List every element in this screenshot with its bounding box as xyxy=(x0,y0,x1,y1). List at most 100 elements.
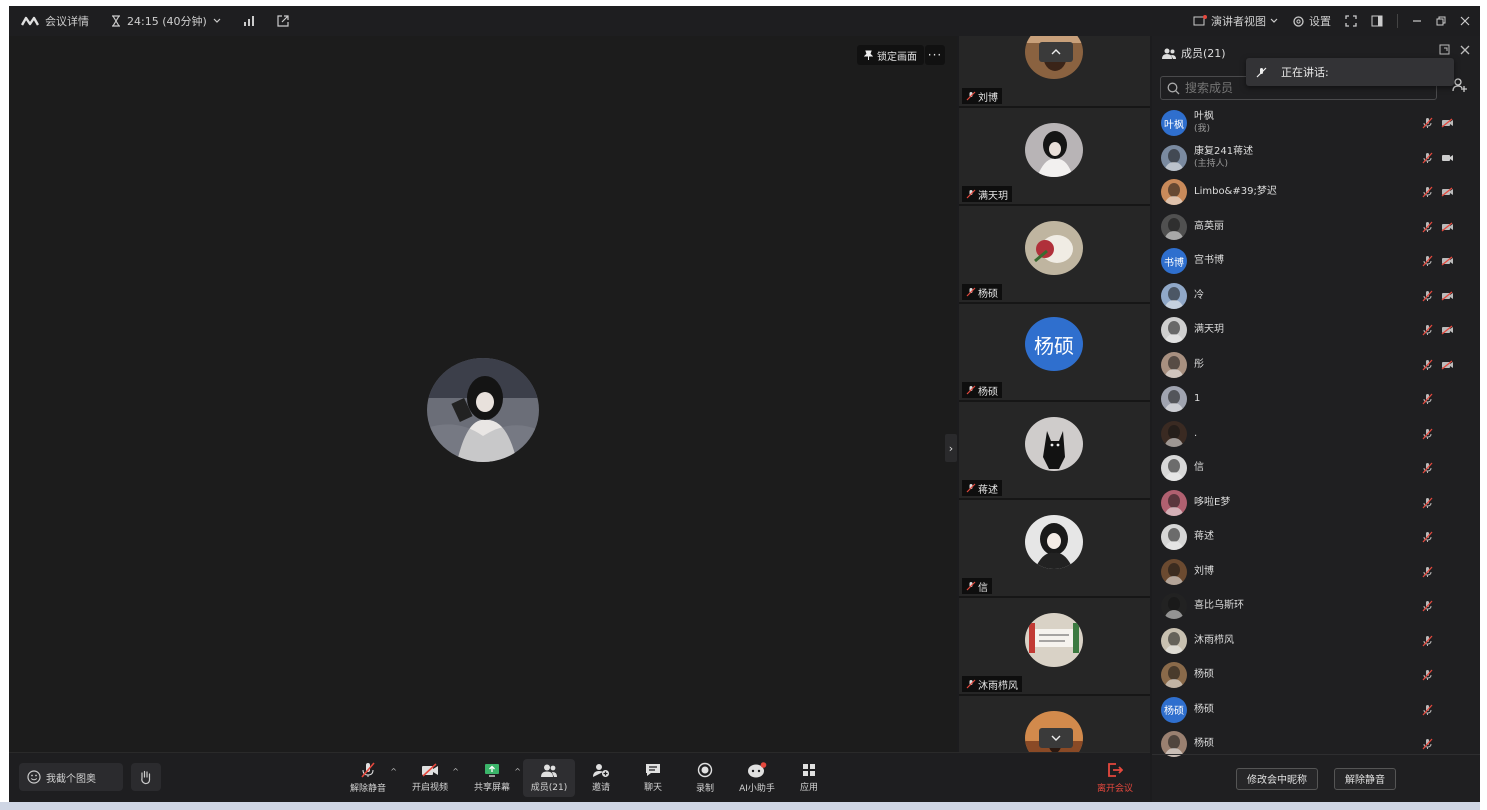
member-name-text: 刘博 xyxy=(1194,565,1214,577)
member-row[interactable]: 满天玥 xyxy=(1152,313,1480,348)
member-name-text: 杨硕 xyxy=(1194,738,1214,750)
minimize-icon[interactable] xyxy=(1412,16,1422,26)
mic-muted-icon[interactable] xyxy=(1422,531,1433,543)
leave-meeting-button[interactable]: 离开会议 xyxy=(1089,753,1141,802)
chevron-down-icon[interactable] xyxy=(1270,18,1278,24)
meeting-details-link[interactable]: 会议详情 xyxy=(45,13,89,29)
presenter-view-icon[interactable] xyxy=(1193,15,1207,27)
add-member-icon[interactable] xyxy=(1452,78,1468,92)
close-panel-icon[interactable] xyxy=(1460,44,1470,55)
member-row[interactable]: 高英丽 xyxy=(1152,210,1480,245)
mic-muted-icon[interactable] xyxy=(1422,497,1433,509)
presenter-view-button[interactable]: 演讲者视图 xyxy=(1211,13,1266,29)
share-screen-button[interactable]: 共享屏幕 ^ xyxy=(461,753,523,802)
emoji-icon[interactable] xyxy=(27,770,41,784)
invite-button[interactable]: 邀请 xyxy=(575,753,627,802)
collapse-strip-button[interactable]: › xyxy=(945,434,957,462)
more-options-button[interactable]: ··· xyxy=(925,45,945,65)
mic-muted-icon[interactable] xyxy=(1422,393,1433,405)
lock-view-button[interactable]: 锁定画面 xyxy=(857,45,924,65)
close-icon[interactable] xyxy=(1460,16,1470,26)
restore-icon[interactable] xyxy=(1436,16,1446,26)
video-off-icon[interactable] xyxy=(1441,118,1454,128)
mic-muted-icon[interactable] xyxy=(1422,324,1433,336)
member-row[interactable]: 1 xyxy=(1152,382,1480,417)
chat-button[interactable]: 聊天 xyxy=(627,753,679,802)
mic-muted-icon[interactable] xyxy=(1422,359,1433,371)
sidebar-toggle-icon[interactable] xyxy=(1371,15,1383,27)
signal-strength-icon[interactable] xyxy=(243,16,255,26)
share-link-icon[interactable] xyxy=(277,15,289,27)
participant-tile[interactable]: 杨硕 杨硕 xyxy=(959,304,1150,400)
ai-assistant-button[interactable]: AI小助手 xyxy=(731,753,783,802)
member-row[interactable]: 冷 xyxy=(1152,279,1480,314)
member-row[interactable]: 蒋述 xyxy=(1152,520,1480,555)
member-row[interactable]: 叶枫 叶枫 (我) xyxy=(1152,106,1480,141)
record-button[interactable]: 录制 xyxy=(679,753,731,802)
chevron-up-icon[interactable]: ^ xyxy=(390,767,397,776)
mic-muted-icon[interactable] xyxy=(1422,738,1433,750)
participant-tile[interactable]: 杨硕 xyxy=(959,206,1150,302)
member-row[interactable]: 书博 宫书博 xyxy=(1152,244,1480,279)
mic-muted-icon[interactable] xyxy=(1422,704,1433,716)
chevron-up-icon[interactable]: ^ xyxy=(514,767,521,776)
mic-muted-icon[interactable] xyxy=(1422,186,1433,198)
unmute-button[interactable]: 解除静音 ^ xyxy=(337,753,399,802)
member-row[interactable]: 喜比乌斯环 xyxy=(1152,589,1480,624)
member-name-text: 沐雨栉风 xyxy=(1194,634,1234,646)
member-row[interactable]: 沐雨栉风 xyxy=(1152,624,1480,659)
mic-muted-icon[interactable] xyxy=(1422,428,1433,440)
video-off-icon[interactable] xyxy=(1441,325,1454,335)
participant-name: 刘博 xyxy=(978,92,998,104)
mic-muted-icon[interactable] xyxy=(1422,221,1433,233)
rename-button[interactable]: 修改会中昵称 xyxy=(1236,767,1318,790)
unmute-all-button[interactable]: 解除静音 xyxy=(1334,767,1396,790)
video-off-icon[interactable] xyxy=(1441,187,1454,197)
video-off-icon[interactable] xyxy=(1441,256,1454,266)
mic-muted-icon[interactable] xyxy=(1422,290,1433,302)
participant-tile[interactable]: 满天玥 xyxy=(959,108,1150,204)
member-name: 喜比乌斯环 xyxy=(1194,600,1244,612)
start-video-button[interactable]: 开启视频 ^ xyxy=(399,753,461,802)
video-off-icon[interactable] xyxy=(1441,360,1454,370)
popout-icon[interactable] xyxy=(1439,44,1450,55)
quick-chat-input[interactable]: 我截个图奥 xyxy=(19,763,123,791)
mic-muted-icon[interactable] xyxy=(1422,600,1433,612)
member-row[interactable]: 哆啦E梦 xyxy=(1152,486,1480,521)
chevron-up-icon[interactable]: ^ xyxy=(452,767,459,776)
strip-scroll-down-button[interactable] xyxy=(1039,728,1073,748)
mic-muted-icon[interactable] xyxy=(1422,255,1433,267)
members-panel-title: 成员(21) xyxy=(1181,47,1226,60)
participant-tile[interactable]: 信 xyxy=(959,500,1150,596)
member-row[interactable]: 杨硕 xyxy=(1152,658,1480,693)
member-row[interactable]: 信 xyxy=(1152,451,1480,486)
members-panel-footer: 修改会中昵称 解除静音 xyxy=(1152,754,1480,802)
video-on-icon[interactable] xyxy=(1441,153,1454,163)
mic-muted-icon[interactable] xyxy=(1422,566,1433,578)
apps-button[interactable]: 应用 xyxy=(783,753,835,802)
member-row[interactable]: 刘博 xyxy=(1152,555,1480,590)
strip-scroll-up-button[interactable] xyxy=(1039,42,1073,62)
members-button[interactable]: 成员(21) xyxy=(523,759,575,797)
mic-muted-icon[interactable] xyxy=(1422,635,1433,647)
fullscreen-icon[interactable] xyxy=(1345,15,1357,27)
participant-tile[interactable]: 蒋述 xyxy=(959,402,1150,498)
member-row[interactable]: 杨硕 杨硕 xyxy=(1152,693,1480,728)
mic-muted-icon[interactable] xyxy=(1422,117,1433,129)
mic-muted-icon[interactable] xyxy=(1422,462,1433,474)
members-label: 成员(21) xyxy=(530,782,568,793)
member-row[interactable]: Limbo&#39;梦迟 xyxy=(1152,175,1480,210)
member-row[interactable]: 康复241蒋述 (主持人) xyxy=(1152,141,1480,176)
video-off-icon[interactable] xyxy=(1441,222,1454,232)
meeting-timer[interactable]: 24:15 (40分钟) xyxy=(127,13,207,29)
video-off-icon[interactable] xyxy=(1441,291,1454,301)
mic-muted-icon[interactable] xyxy=(1422,669,1433,681)
chevron-down-icon[interactable] xyxy=(213,18,221,24)
settings-button[interactable]: 设置 xyxy=(1309,13,1331,29)
member-row[interactable]: . xyxy=(1152,417,1480,452)
participant-tile[interactable]: 沐雨栉风 xyxy=(959,598,1150,694)
raise-hand-button[interactable] xyxy=(131,763,161,791)
mic-muted-icon[interactable] xyxy=(1422,152,1433,164)
gear-icon[interactable] xyxy=(1292,15,1305,28)
member-row[interactable]: 彤 xyxy=(1152,348,1480,383)
